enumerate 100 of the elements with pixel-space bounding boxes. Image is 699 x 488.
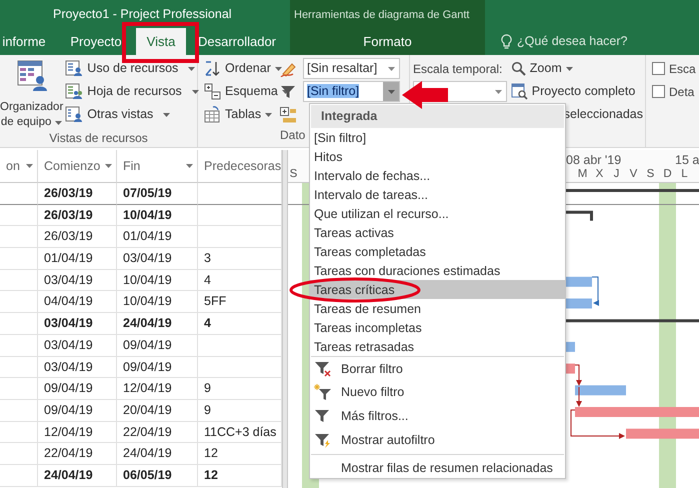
task-bar[interactable] <box>566 298 592 308</box>
menu-item[interactable]: Que utilizan el recurso... <box>310 204 565 223</box>
table-cell: 10/04/19 <box>117 270 198 292</box>
summary-bar[interactable] <box>566 210 593 221</box>
table-cell <box>0 378 38 400</box>
menu-item[interactable]: Nuevo filtro <box>310 380 565 404</box>
caret-icon <box>566 66 573 70</box>
dropdown-button[interactable] <box>383 82 399 101</box>
group-label: Vistas de recursos <box>49 131 148 145</box>
sort-icon <box>204 60 221 77</box>
table-cell: 09/04/19 <box>117 356 198 378</box>
data-button[interactable]: Esquema <box>202 80 280 103</box>
data-button[interactable]: Ordenar <box>202 57 280 80</box>
menu-item[interactable]: Tareas de resumen <box>310 299 565 318</box>
menu-heading: Integrada <box>311 105 564 128</box>
menu-item[interactable]: Más filtros... <box>310 404 565 428</box>
team-organizer-button[interactable]: Organizador de equipo <box>0 57 64 130</box>
table-cell: 10/04/19 <box>117 204 198 226</box>
caret-icon <box>274 66 282 70</box>
caret-icon <box>186 164 193 168</box>
table-cell <box>0 443 38 465</box>
ribbon-tab[interactable]: informe <box>0 28 56 55</box>
table-cell <box>0 464 38 487</box>
menu-item[interactable]: Tareas con duraciones estimadas <box>310 261 565 280</box>
table-cell <box>0 356 38 378</box>
checkbox[interactable] <box>652 85 665 98</box>
menu-item[interactable]: Borrar filtro <box>310 357 565 381</box>
table-cell: 24/04/19 <box>38 464 117 487</box>
menu-item[interactable]: Tareas completadas <box>310 242 565 261</box>
caret-icon <box>55 120 62 124</box>
tell-me-field[interactable]: ¿Qué desea hacer? <box>501 32 628 51</box>
column-header[interactable]: on <box>0 150 38 183</box>
filter-icon <box>280 84 296 100</box>
caret-icon <box>188 66 196 70</box>
menu-item[interactable]: Tareas incompletas <box>310 318 565 337</box>
caret-icon <box>26 164 33 168</box>
table-cell <box>0 422 38 444</box>
week-label: 15 a <box>675 152 699 169</box>
column-header[interactable]: Comienzo <box>38 150 117 183</box>
menu-item[interactable]: Mostrar autofiltro <box>310 428 565 452</box>
caret-icon <box>192 90 199 94</box>
data-button[interactable]: Tablas <box>202 103 280 126</box>
view-button[interactable]: Uso de recursos <box>63 57 201 80</box>
table-cell: 03/04/19 <box>38 356 117 378</box>
menu-item[interactable]: [Sin filtro] <box>310 128 565 147</box>
menu-item[interactable]: Tareas retrasadas <box>310 337 565 356</box>
table-cell: 03/04/19 <box>38 313 117 335</box>
table-cell: 10/04/19 <box>117 291 198 314</box>
contextual-title: Herramientas de diagrama de Gantt <box>293 9 470 21</box>
caret-icon <box>265 112 272 116</box>
table-cell <box>0 400 38 422</box>
selected-tasks-button[interactable]: seleccionadas <box>564 103 645 126</box>
splitter[interactable] <box>282 150 288 488</box>
task-bar[interactable] <box>626 428 699 439</box>
ribbon-tab[interactable]: Formato <box>290 28 485 55</box>
column-header[interactable]: Fin <box>117 150 198 183</box>
table-cell: 26/03/19 <box>38 204 117 226</box>
table-cell: 01/04/19 <box>117 226 198 248</box>
filter-dropdown[interactable]: [Sin filtro] <box>303 81 400 102</box>
week-label: 08 abr '19 <box>566 152 622 169</box>
menu-item[interactable]: Mostrar filas de resumen relacionadas <box>310 456 565 478</box>
table-cell: 12/04/19 <box>117 378 198 400</box>
day-label: X <box>594 167 604 182</box>
highlight-dropdown[interactable]: [Sin resaltar] <box>303 58 400 79</box>
ribbon-tab[interactable]: Vista <box>136 28 186 55</box>
table-cell: 22/04/19 <box>38 443 117 465</box>
checkbox[interactable] <box>652 62 665 75</box>
day-label: V <box>628 167 638 182</box>
table-cell: 09/04/19 <box>38 400 117 422</box>
task-bar[interactable] <box>575 385 626 396</box>
column-header[interactable]: Predecesoras <box>198 150 282 183</box>
menu-item[interactable]: Intervalo de fechas... <box>310 166 565 185</box>
view-button[interactable]: Otras vistas <box>63 103 201 126</box>
menu-item[interactable]: Hitos <box>310 147 565 166</box>
table-cell <box>0 248 38 270</box>
day-label: D <box>662 167 673 182</box>
other-views-icon <box>65 106 84 123</box>
view-button[interactable]: Hoja de recursos <box>63 80 201 103</box>
caret-icon <box>388 66 394 70</box>
task-bar[interactable] <box>566 364 575 374</box>
menu-item[interactable]: Tareas activas <box>310 223 565 242</box>
table-cell: 26/03/19 <box>38 226 117 248</box>
menu-item[interactable]: Tareas críticas <box>310 280 565 299</box>
table-cell: 22/04/19 <box>117 422 198 444</box>
entire-project-button[interactable]: Proyecto completo <box>508 80 645 103</box>
zoom-button[interactable]: Zoom <box>508 57 645 80</box>
table-cell <box>0 270 38 292</box>
day-label: L <box>680 167 689 182</box>
menu-item[interactable]: Intervalo de tareas... <box>310 185 565 204</box>
table-cell: 03/04/19 <box>117 248 198 270</box>
lightbulb-icon <box>501 34 512 49</box>
autofilter-icon <box>314 432 331 449</box>
task-bar[interactable] <box>566 342 575 352</box>
ribbon-tab[interactable]: Proyecto <box>56 28 136 55</box>
task-bar[interactable] <box>566 276 592 287</box>
resource-usage-icon <box>65 60 84 77</box>
ribbon-tab[interactable]: Desarrollador <box>186 28 288 55</box>
caret-icon <box>105 164 112 168</box>
table-cell: 09/04/19 <box>38 378 117 400</box>
table-cell: 09/04/19 <box>117 334 198 356</box>
